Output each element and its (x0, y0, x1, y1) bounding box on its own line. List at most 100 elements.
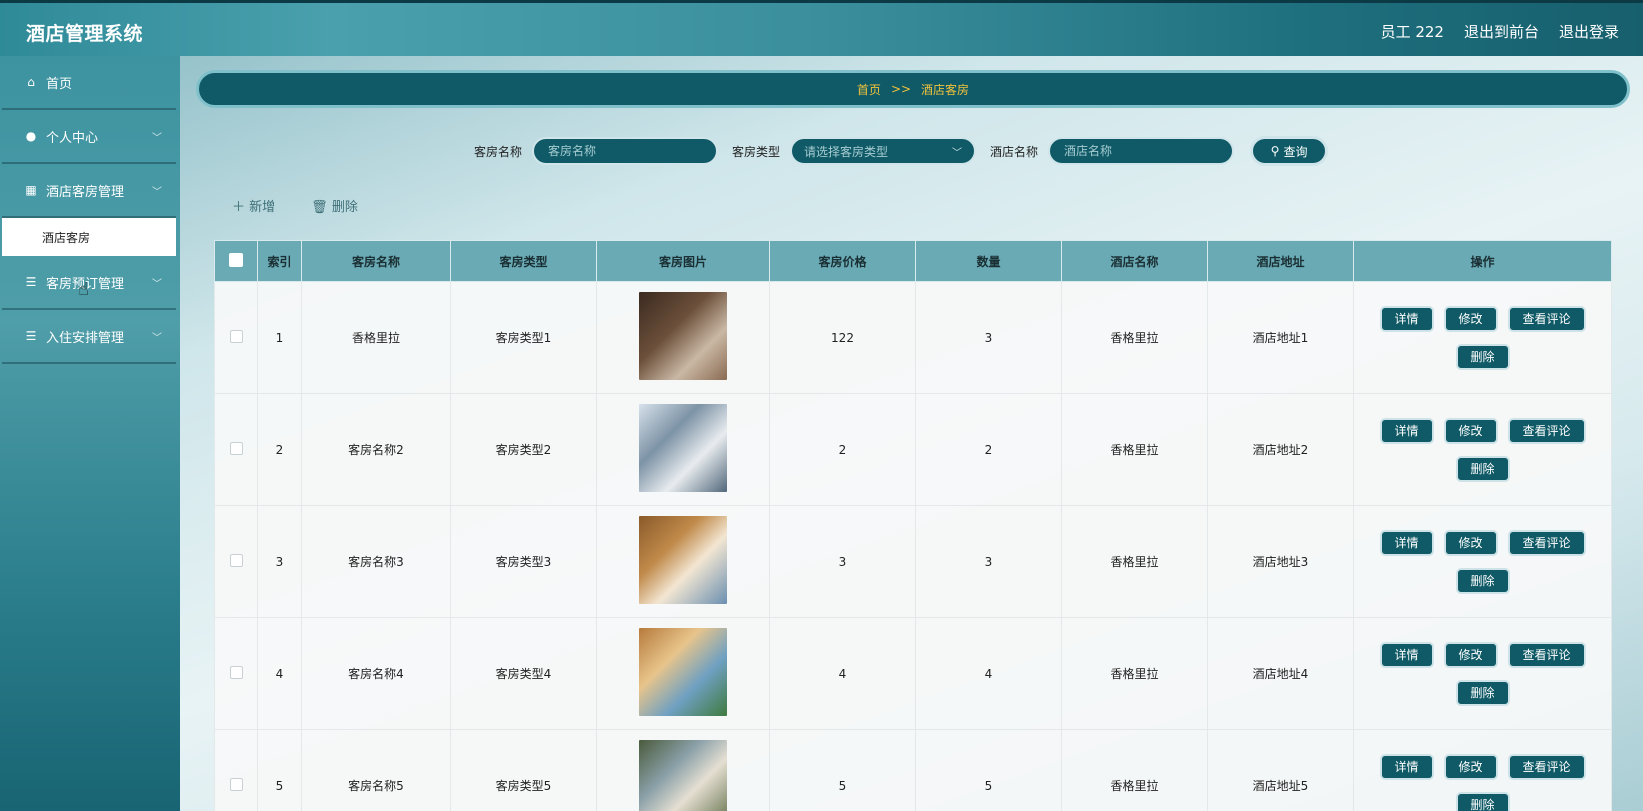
room-name-field[interactable] (532, 137, 719, 165)
user-icon: ● (25, 129, 37, 143)
grid-icon: ▦ (25, 183, 37, 197)
sidebar-item-booking[interactable]: ☰ 客房预订管理 ﹀ (2, 256, 176, 310)
row-checkbox[interactable] (229, 329, 243, 343)
row-ops: 详情 修改 查看评论 删除 (1378, 753, 1588, 811)
row-ops: 详情 修改 查看评论 删除 (1378, 529, 1588, 594)
edit-button[interactable]: 修改 (1443, 641, 1498, 668)
hotel-name-field[interactable] (1048, 137, 1235, 165)
sidebar-item-rooms[interactable]: ▦ 酒店客房管理 ﹀ (2, 164, 176, 218)
sidebar-item-personal[interactable]: ● 个人中心 ﹀ (2, 110, 176, 164)
row-checkbox[interactable] (229, 665, 243, 679)
view-comments-button[interactable]: 查看评论 (1507, 417, 1586, 444)
front-link[interactable]: 退出到前台 (1464, 21, 1539, 42)
address-cell: 酒店地址1 (1207, 281, 1354, 394)
query-button[interactable]: ⚲ 查询 (1250, 136, 1329, 166)
detail-button[interactable]: 详情 (1379, 305, 1434, 332)
sidebar-item-checkin[interactable]: ☰ 入住安排管理 ﹀ (2, 310, 176, 364)
col-header: 客房名称 (301, 240, 451, 282)
current-user: 员工 222 (1380, 23, 1444, 41)
logout-link[interactable]: 退出登录 (1559, 21, 1619, 42)
sidebar-item-label: 酒店客房管理 (46, 184, 125, 200)
hotel-name-input[interactable] (1062, 143, 1221, 159)
breadcrumb-home[interactable]: 首页 (857, 81, 881, 98)
sidebar-item-label: 入住安排管理 (46, 330, 125, 346)
index-cell: 3 (257, 505, 302, 618)
delete-button[interactable]: 删除 (1455, 791, 1510, 811)
add-button[interactable]: ＋ 新增 (232, 196, 275, 215)
row-ops: 详情 修改 查看评论 删除 (1378, 417, 1588, 482)
table-row: 2 客房名称2 客房类型2 2 2 香格里拉 酒店地址2 详情 修改 查看评论 … (214, 393, 1612, 506)
row-checkbox[interactable] (229, 553, 243, 567)
table-header-row: 索引 客房名称 客房类型 客房图片 客房价格 数量 酒店名称 酒店地址 操作 (214, 240, 1612, 282)
row-checkbox[interactable] (229, 777, 243, 791)
room-name-cell: 客房名称4 (301, 617, 451, 730)
detail-button[interactable]: 详情 (1379, 529, 1434, 556)
row-ops: 详情 修改 查看评论 删除 (1378, 305, 1588, 370)
ops-cell: 详情 修改 查看评论 删除 (1353, 729, 1612, 811)
add-button-label: 新增 (249, 200, 276, 215)
row-select-cell (214, 729, 258, 811)
room-image-cell (596, 505, 770, 618)
table-row: 5 客房名称5 客房类型5 5 5 香格里拉 酒店地址5 详情 修改 查看评论 … (214, 729, 1612, 811)
room-image (639, 516, 727, 604)
quantity-cell: 5 (915, 729, 1062, 811)
room-name-cell: 客房名称3 (301, 505, 451, 618)
edit-button[interactable]: 修改 (1443, 529, 1498, 556)
price-cell: 4 (769, 617, 916, 730)
index-cell: 2 (257, 393, 302, 506)
room-name-label: 客房名称 (474, 144, 523, 159)
row-checkbox[interactable] (229, 441, 243, 455)
edit-button[interactable]: 修改 (1443, 417, 1498, 444)
index-cell: 5 (257, 729, 302, 811)
room-name-cell: 客房名称2 (301, 393, 451, 506)
hotel-name-cell: 香格里拉 (1061, 729, 1208, 811)
app-title: 酒店管理系统 (26, 23, 144, 45)
chevron-down-icon: ﹀ (152, 278, 162, 290)
view-comments-button[interactable]: 查看评论 (1507, 305, 1586, 332)
table-row: 3 客房名称3 客房类型3 3 3 香格里拉 酒店地址3 详情 修改 查看评论 … (214, 505, 1612, 618)
table-actions: ＋ 新增 🗑 删除 (232, 196, 358, 215)
room-type-placeholder: 请选择客房类型 (804, 144, 889, 159)
view-comments-button[interactable]: 查看评论 (1507, 753, 1586, 780)
hotel-name-cell: 香格里拉 (1061, 393, 1208, 506)
hotel-name-cell: 香格里拉 (1061, 281, 1208, 394)
detail-button[interactable]: 详情 (1379, 753, 1434, 780)
view-comments-button[interactable]: 查看评论 (1507, 641, 1586, 668)
hotel-name-cell: 香格里拉 (1061, 505, 1208, 618)
search-bar: 客房名称 客房类型 请选择客房类型 ﹀ 酒店名称 ⚲ 查询 (470, 136, 1329, 166)
row-select-cell (214, 505, 258, 618)
room-type-select[interactable]: 请选择客房类型 ﹀ (790, 137, 977, 165)
detail-button[interactable]: 详情 (1379, 641, 1434, 668)
price-cell: 5 (769, 729, 916, 811)
edit-button[interactable]: 修改 (1443, 305, 1498, 332)
sidebar-item-label: 首页 (46, 76, 73, 92)
breadcrumb-separator: >> (890, 82, 912, 96)
quantity-cell: 3 (915, 281, 1062, 394)
quantity-cell: 4 (915, 617, 1062, 730)
room-type-cell: 客房类型1 (450, 281, 597, 394)
room-name-input[interactable] (546, 143, 705, 159)
chevron-down-icon: ﹀ (152, 132, 162, 144)
delete-button[interactable]: 删除 (1455, 567, 1510, 594)
delete-button[interactable]: 删除 (1455, 679, 1510, 706)
edit-button[interactable]: 修改 (1443, 753, 1498, 780)
quantity-cell: 3 (915, 505, 1062, 618)
detail-button[interactable]: 详情 (1379, 417, 1434, 444)
address-cell: 酒店地址3 (1207, 505, 1354, 618)
hotel-name-cell: 香格里拉 (1061, 617, 1208, 730)
ops-cell: 详情 修改 查看评论 删除 (1353, 393, 1612, 506)
col-header: 客房图片 (596, 240, 770, 282)
delete-button[interactable]: 删除 (1455, 455, 1510, 482)
rooms-table-wrap: 索引 客房名称 客房类型 客房图片 客房价格 数量 酒店名称 酒店地址 操作 1… (214, 240, 1612, 811)
select-all-checkbox[interactable] (229, 252, 243, 267)
col-header: 客房价格 (769, 240, 916, 282)
sidebar-item-home[interactable]: ⌂ 首页 (2, 56, 176, 110)
user-nav: 员工 222 退出到前台 退出登录 (1381, 21, 1619, 42)
delete-button[interactable]: 删除 (1455, 343, 1510, 370)
view-comments-button[interactable]: 查看评论 (1507, 529, 1586, 556)
top-header: 酒店管理系统 员工 222 退出到前台 退出登录 (0, 0, 1643, 56)
table-row: 1 香格里拉 客房类型1 122 3 香格里拉 酒店地址1 详情 修改 查看评论… (214, 281, 1612, 394)
sidebar-subitem-hotel-rooms[interactable]: 酒店客房 (2, 218, 176, 256)
room-image-cell (596, 729, 770, 811)
bulk-delete-button[interactable]: 🗑 删除 (311, 196, 358, 215)
